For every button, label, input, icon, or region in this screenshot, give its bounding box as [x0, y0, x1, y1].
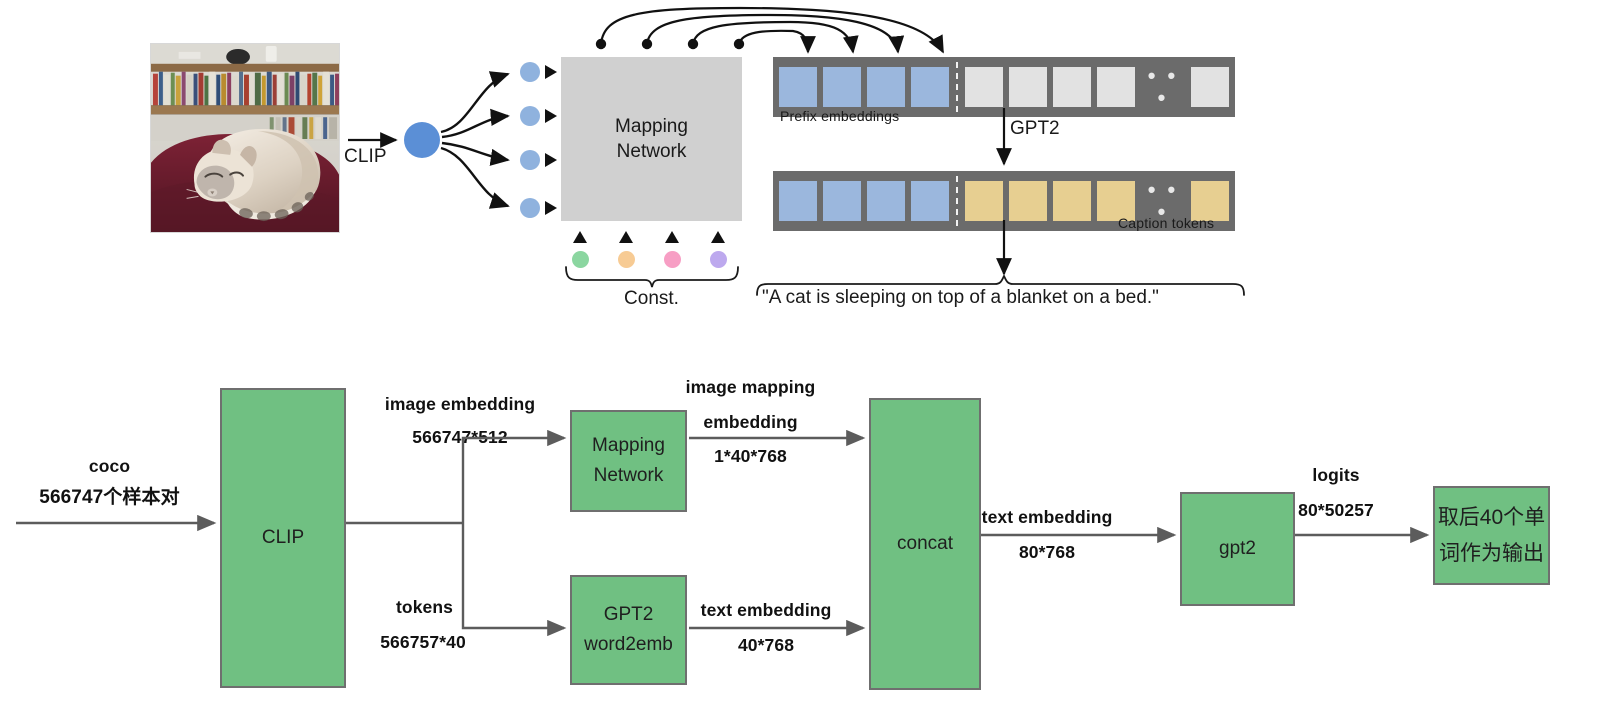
edge-label-image-mapping-shape: 1*40*768	[714, 446, 787, 466]
prefix-node-1	[520, 62, 540, 82]
empty-token-cell	[1191, 67, 1229, 107]
bottom-gpt2-word2emb-box: GPT2 word2emb	[570, 575, 687, 685]
prefix-node-2	[520, 106, 540, 126]
bottom-concat-label: concat	[897, 533, 953, 554]
bmn-line1: Mapping	[592, 435, 665, 456]
edge-label-image-mapping-name-2: embedding	[703, 412, 798, 432]
edge-label-tokens-name: tokens	[395, 597, 453, 617]
mapping-output-dots	[595, 38, 745, 50]
input-image-cat-photo	[150, 43, 340, 233]
arrow-mapping-to-prefix-2	[691, 20, 859, 54]
edge-label-coco-shape: 566747个样本对	[39, 487, 180, 508]
bottom-mapping-network-label: Mapping Network	[592, 431, 665, 491]
bw2e-line1: GPT2	[603, 604, 654, 625]
caption-token-cell	[1009, 181, 1047, 221]
arrow-clip-to-node-2	[441, 108, 510, 139]
const-label: Const.	[624, 288, 679, 309]
caption-tokens-label: Caption tokens	[1118, 215, 1215, 231]
edge-label-logits-name: logits	[1312, 465, 1360, 485]
gpt2-arrow-label: GPT2	[1010, 118, 1060, 139]
prefix-cell	[779, 67, 817, 107]
arrow-clip-to-mapping	[461, 429, 567, 523]
strip-divider	[956, 176, 958, 226]
edge-label-image-mapping-name-1: image mapping	[685, 377, 816, 397]
clip-arrow-label: CLIP	[344, 146, 387, 167]
prefix-embeddings-label: Prefix embeddings	[780, 108, 900, 124]
prefix-cell	[911, 181, 949, 221]
bottom-concat-box: concat	[869, 398, 981, 690]
cat-photo-illustration	[151, 44, 339, 232]
const-brace	[565, 266, 739, 288]
mapping-network-line1: Mapping	[615, 116, 688, 137]
arrow-mapping-to-prefix-4	[599, 6, 944, 54]
arrow-mapping-to-prefix-3	[645, 13, 905, 54]
arrow-clip-to-node-3	[441, 141, 510, 166]
ellipsis-dots: • • •	[1147, 63, 1179, 110]
edge-label-logits-shape: 80*50257	[1298, 500, 1374, 520]
strip-divider	[956, 62, 958, 112]
mapping-network-box: Mapping Network	[561, 57, 742, 221]
edge-label-concat-out-name: text embedding	[981, 507, 1113, 527]
prefix-cell	[823, 67, 861, 107]
const-dot-3	[664, 251, 681, 268]
edge-label-coco-name: coco	[88, 456, 131, 476]
empty-token-cell	[1097, 67, 1135, 107]
edge-label-concat-out-shape: 80*768	[1018, 542, 1076, 562]
caption-token-cell	[1053, 181, 1091, 221]
bout-line1: 取后40个单	[1437, 505, 1546, 529]
diagram-canvas: CLIP Mapping Network Const. • • • Prefix…	[0, 0, 1624, 725]
bout-line2: 词作为输出	[1438, 541, 1544, 565]
edge-label-image-embedding-name: image embedding	[384, 394, 536, 414]
const-dot-4	[710, 251, 727, 268]
prefix-cell	[867, 181, 905, 221]
caption-token-cell	[965, 181, 1003, 221]
bottom-gpt2-word2emb-label: GPT2 word2emb	[584, 600, 673, 660]
bottom-output-box: 取后40个单 词作为输出	[1433, 486, 1550, 585]
bmn-line2: Network	[593, 465, 664, 486]
const-input-triangles	[573, 231, 725, 243]
bottom-clip-label: CLIP	[261, 527, 305, 548]
bw2e-line2: word2emb	[584, 634, 673, 655]
const-dot-2	[618, 251, 635, 268]
prefix-cell	[911, 67, 949, 107]
bottom-clip-box: CLIP	[220, 388, 346, 688]
arrow-clip-to-node-1	[440, 71, 510, 134]
const-dot-1	[572, 251, 589, 268]
edge-label-text-embedding-name: text embedding	[700, 600, 832, 620]
mapping-input-triangles	[545, 65, 557, 215]
arrow-mapping-to-prefix-1	[737, 29, 816, 54]
bottom-gpt2-label: gpt2	[1219, 538, 1256, 559]
arrow-clip-to-node-4	[440, 146, 510, 209]
generated-caption-text: "A cat is sleeping on top of a blanket o…	[762, 287, 1159, 308]
mapping-network-line2: Network	[616, 141, 687, 162]
prefix-node-3	[520, 150, 540, 170]
prefix-cell	[867, 67, 905, 107]
bottom-output-label: 取后40个单 词作为输出	[1438, 500, 1545, 572]
edge-label-image-embedding-shape: 566747*512	[412, 427, 508, 447]
empty-token-cell	[1009, 67, 1047, 107]
edge-label-text-embedding-shape: 40*768	[737, 635, 795, 655]
prefix-node-4	[520, 198, 540, 218]
empty-token-cell	[1053, 67, 1091, 107]
prefix-cell	[823, 181, 861, 221]
empty-token-cell	[965, 67, 1003, 107]
edge-label-tokens-shape: 566757*40	[380, 632, 466, 652]
prefix-cell	[779, 181, 817, 221]
clip-embedding-node	[404, 122, 440, 158]
